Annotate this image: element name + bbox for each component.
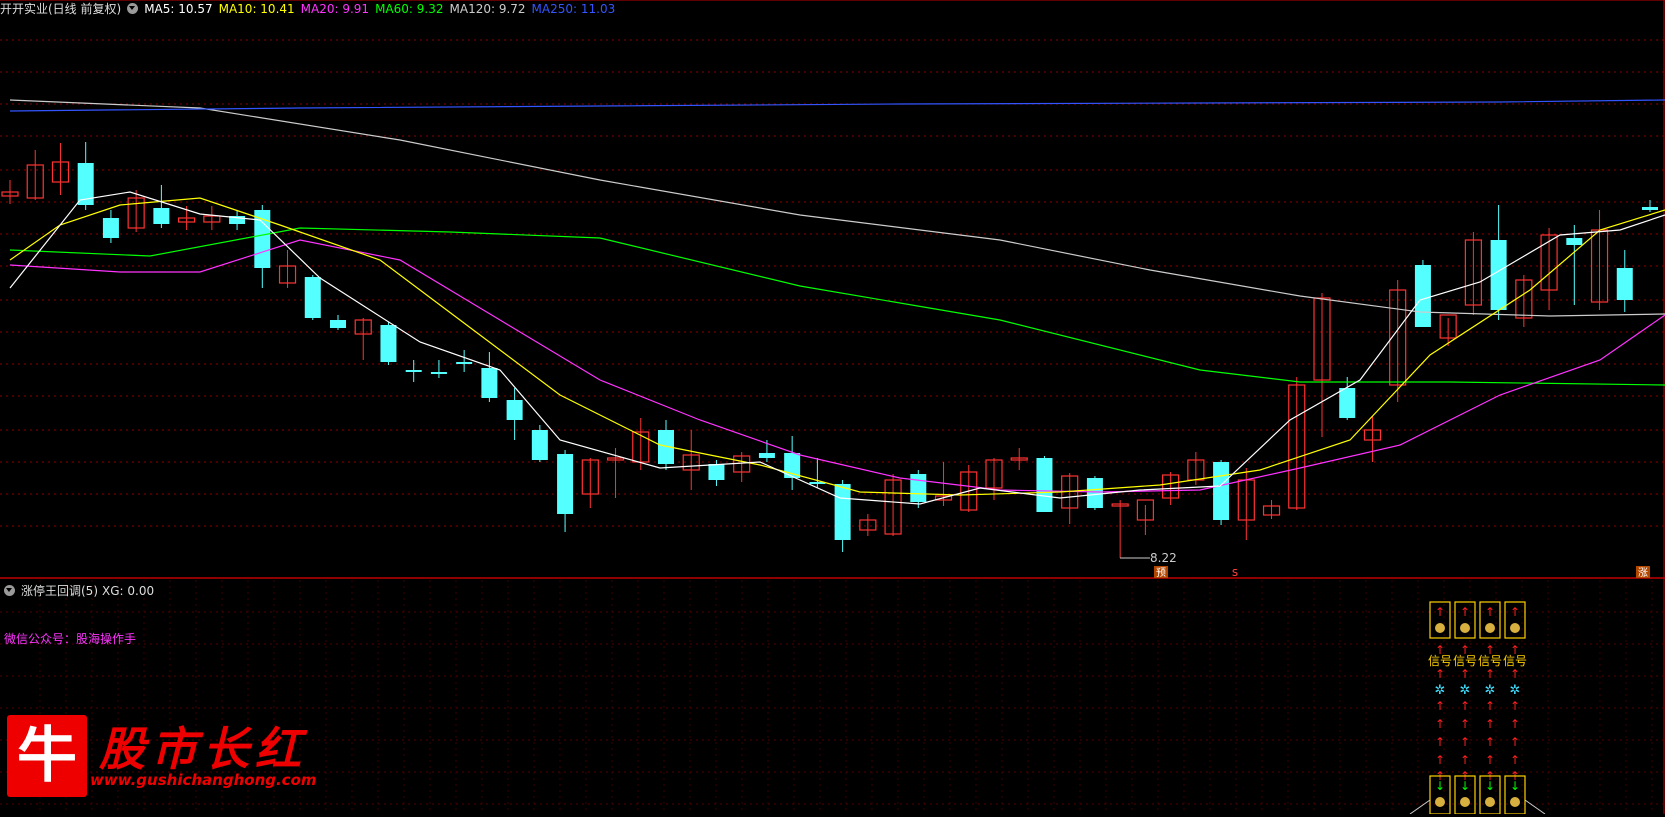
down-arrow-icon: ↓	[1510, 779, 1520, 793]
wechat-account-text: 微信公众号：股海操作手	[4, 632, 137, 646]
candle-body	[405, 370, 422, 372]
down-arrow-icon: ↓	[1435, 779, 1445, 793]
chevron-down-icon[interactable]	[127, 3, 139, 14]
candle-body	[430, 372, 447, 374]
up-arrow-icon: ↑	[1460, 667, 1470, 681]
butterfly-icon: ✲	[1510, 683, 1521, 698]
signal-label: 信号	[1478, 654, 1502, 668]
up-arrow-icon: ↑	[1435, 699, 1445, 713]
signal-line	[1524, 799, 1546, 814]
candle-body	[910, 474, 927, 502]
xg-value: XG: 0.00	[102, 584, 155, 598]
candle-body	[456, 362, 473, 364]
candle-body	[1086, 478, 1103, 508]
up-arrow-icon: ↑	[1460, 753, 1470, 767]
signal-label: 信号	[1453, 654, 1477, 668]
up-arrow-icon: ↑	[1460, 717, 1470, 731]
ma60-label: MA60: 9.32	[375, 2, 444, 16]
money-bag-icon	[1460, 623, 1470, 633]
candle-body	[102, 218, 119, 238]
money-bag-icon	[1435, 797, 1445, 807]
up-arrow-icon: ↑	[1485, 735, 1495, 749]
signal-label: 信号	[1428, 654, 1452, 668]
candle-body	[557, 454, 574, 514]
logo-title: 股市长红	[99, 722, 307, 776]
candle-body	[506, 400, 523, 420]
money-bag-icon	[1460, 797, 1470, 807]
chevron-down-icon[interactable]	[4, 585, 15, 596]
up-arrow-icon: ↑	[1460, 605, 1470, 619]
main-chart-header: 开开实业(日线 前复权) MA5: 10.57 MA10: 10.41 MA20: 9…	[0, 0, 621, 18]
candle-body	[1616, 268, 1633, 300]
logo-mark: 牛	[7, 715, 87, 797]
up-arrow-icon: ↑	[1485, 667, 1495, 681]
candle-body	[380, 325, 397, 362]
candle-body	[1036, 458, 1053, 512]
candle-body	[834, 484, 851, 540]
stock-title: 开开实业(日线 前复权)	[0, 2, 122, 16]
butterfly-icon: ✲	[1485, 683, 1496, 698]
kline-window: 8.22 预 s 涨 ↑ ↑ 信号 ↑ ✲ ↑ ↑ ↑ ↑ ↑ ↓ ↑ ↑ 信号 ↑ ✲ ↑ ↑ ↑ ↑ ↑ ↓ ↑ ↑ 信号 ↑ ✲ ↑ ↑ ↑…	[0, 0, 1665, 814]
up-arrow-icon: ↑	[1485, 717, 1495, 731]
up-arrow-icon: ↑	[1510, 753, 1520, 767]
up-arrow-icon: ↑	[1435, 667, 1445, 681]
ma120-label: MA120: 9.72	[449, 2, 526, 16]
ma250-line	[9, 99, 1665, 112]
chart-canvas[interactable]: 8.22预 s 涨↑↑信号↑✲↑↑↑↑↑↓↑↑信号↑✲↑↑↑↑↑↓↑↑信号↑✲↑↑↑…	[0, 0, 1665, 814]
candle-body	[304, 277, 321, 318]
down-arrow-icon: ↓	[1485, 779, 1495, 793]
money-bag-icon	[1510, 797, 1520, 807]
butterfly-icon: ✲	[1435, 683, 1446, 698]
up-arrow-icon: ↑	[1485, 753, 1495, 767]
ma20-label: MA20: 9.91	[300, 2, 370, 16]
candle-body	[758, 453, 775, 458]
money-bag-icon	[1485, 797, 1495, 807]
up-arrow-icon: ↑	[1510, 605, 1520, 619]
butterfly-icon: ✲	[1460, 683, 1471, 698]
up-arrow-icon: ↑	[1435, 735, 1445, 749]
candle-body	[708, 464, 725, 480]
ma250-label: MA250: 11.03	[531, 2, 616, 16]
candle-body	[1566, 238, 1583, 245]
up-arrow-icon: ↑	[1435, 753, 1445, 767]
money-bag-icon	[1435, 623, 1445, 633]
up-arrow-icon: ↑	[1435, 605, 1445, 619]
candle-body	[330, 320, 346, 328]
logo-url: www.gushichanghong.com	[90, 771, 317, 789]
up-arrow-icon: ↑	[1460, 699, 1470, 713]
marker-s: s	[1232, 565, 1238, 579]
up-arrow-icon: ↑	[1510, 717, 1520, 731]
indicator-title: 涨停王回调(5)	[21, 584, 98, 598]
down-arrow-icon: ↓	[1460, 779, 1470, 793]
up-arrow-icon: ↑	[1510, 667, 1520, 681]
up-arrow-icon: ↑	[1460, 735, 1470, 749]
money-bag-icon	[1485, 623, 1495, 633]
signal-label: 信号	[1503, 654, 1527, 668]
candle-body	[153, 208, 170, 224]
candle-body	[481, 368, 498, 398]
candle-body	[1213, 462, 1230, 520]
up-arrow-icon: ↑	[1510, 699, 1520, 713]
up-arrow-icon: ↑	[1510, 735, 1520, 749]
ma5-label: MA5: 10.57	[144, 2, 213, 16]
candle-body	[531, 430, 548, 460]
low-price-label: 8.22	[1150, 551, 1177, 565]
marker-yu: 预	[1156, 567, 1166, 579]
marker-zhang: 涨	[1638, 567, 1648, 579]
brand-logo: 牛 股市长红 www.gushichanghong.com	[5, 707, 317, 817]
up-arrow-icon: ↑	[1485, 605, 1495, 619]
up-arrow-icon: ↑	[1435, 717, 1445, 731]
signal-line	[1409, 799, 1431, 814]
indicator-header: 涨停王回调(5) XG: 0.00	[0, 582, 160, 600]
money-bag-icon	[1510, 623, 1520, 633]
candle-body	[1642, 207, 1658, 210]
candle-body	[1339, 388, 1356, 418]
ma10-label: MA10: 10.41	[218, 2, 295, 16]
up-arrow-icon: ↑	[1485, 699, 1495, 713]
candle-body	[1414, 265, 1431, 327]
